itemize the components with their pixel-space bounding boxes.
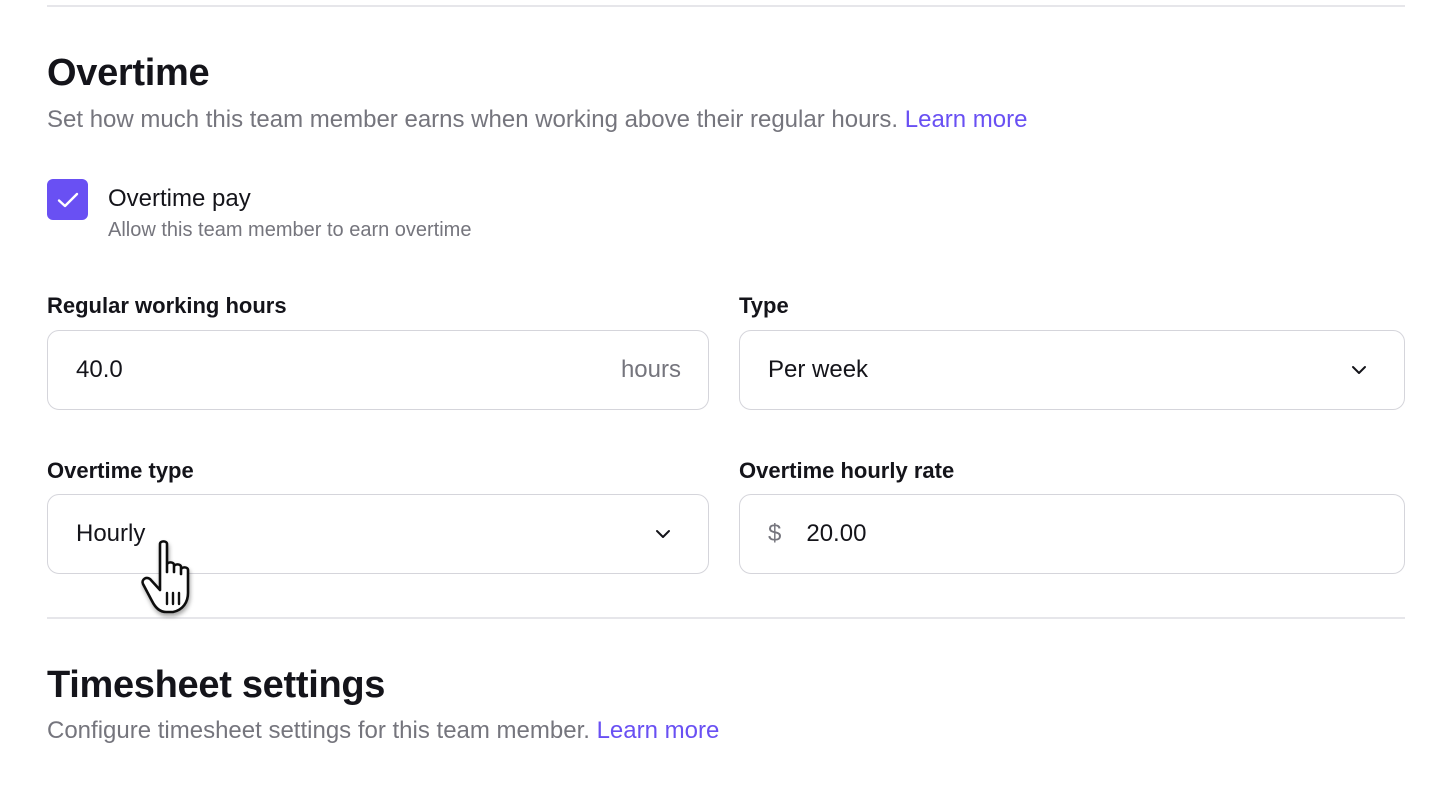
overtime-section-description: Set how much this team member earns when… bbox=[47, 106, 1027, 134]
overtime-rate-value: 20.00 bbox=[806, 520, 867, 547]
overtime-pay-hint: Allow this team member to earn overtime bbox=[108, 219, 472, 241]
overtime-rate-input[interactable]: $ 20.00 bbox=[739, 494, 1405, 574]
overtime-settings-page: Overtime Set how much this team member e… bbox=[0, 0, 1440, 800]
overtime-pay-checkbox[interactable] bbox=[47, 179, 88, 220]
regular-hours-label: Regular working hours bbox=[47, 293, 287, 318]
overtime-type-select[interactable]: Hourly bbox=[47, 494, 709, 574]
regular-hours-value: 40.0 bbox=[76, 356, 123, 383]
timesheet-section-title: Timesheet settings bbox=[47, 664, 386, 706]
type-select-value: Per week bbox=[768, 356, 869, 383]
overtime-pay-label: Overtime pay bbox=[108, 185, 251, 212]
chevron-down-icon bbox=[1352, 366, 1366, 374]
section-divider bbox=[47, 617, 1405, 619]
overtime-rate-label: Overtime hourly rate bbox=[739, 458, 955, 483]
overtime-section-title: Overtime bbox=[47, 52, 210, 94]
currency-prefix: $ bbox=[768, 520, 782, 547]
regular-hours-input[interactable]: 40.0 hours bbox=[47, 330, 709, 410]
type-select[interactable]: Per week bbox=[739, 330, 1405, 410]
timesheet-description-text: Configure timesheet settings for this te… bbox=[47, 717, 590, 744]
chevron-down-icon bbox=[656, 530, 670, 538]
regular-hours-suffix: hours bbox=[620, 356, 681, 383]
timesheet-section-description: Configure timesheet settings for this te… bbox=[47, 717, 719, 745]
overtime-type-value: Hourly bbox=[76, 520, 146, 547]
type-label: Type bbox=[739, 293, 789, 318]
check-icon bbox=[57, 192, 78, 207]
overtime-type-label: Overtime type bbox=[47, 458, 194, 483]
timesheet-learn-more-link[interactable]: Learn more bbox=[597, 717, 720, 744]
overtime-learn-more-link[interactable]: Learn more bbox=[905, 106, 1028, 133]
top-divider bbox=[47, 5, 1405, 7]
overtime-description-text: Set how much this team member earns when… bbox=[47, 106, 899, 133]
